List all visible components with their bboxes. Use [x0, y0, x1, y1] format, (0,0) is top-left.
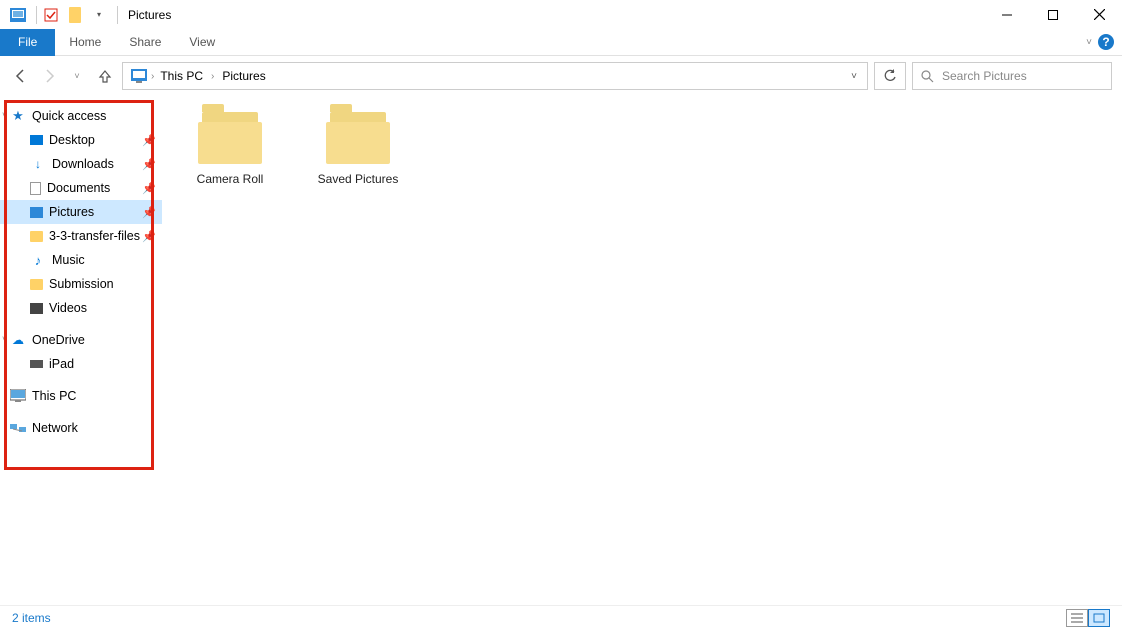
folder-icon	[326, 112, 390, 164]
chevron-down-icon[interactable]: ˅	[2, 334, 7, 344]
separator	[36, 6, 37, 24]
folder-icon	[30, 231, 43, 242]
sidebar-item-label: Documents	[47, 181, 110, 195]
minimize-button[interactable]	[984, 0, 1030, 29]
document-icon	[30, 182, 41, 195]
folder-icon	[198, 112, 262, 164]
download-icon: ↓	[30, 156, 46, 172]
sidebar-onedrive[interactable]: ˅ ☁ OneDrive	[0, 328, 162, 352]
sidebar-item-downloads[interactable]: ↓ Downloads 📌	[0, 152, 162, 176]
sidebar-item-documents[interactable]: Documents 📌	[0, 176, 162, 200]
address-dropdown[interactable]: ˅	[845, 71, 863, 82]
breadcrumb-root[interactable]: This PC	[156, 69, 207, 83]
tab-home[interactable]: Home	[55, 29, 115, 56]
chevron-right-icon[interactable]: ›	[151, 71, 154, 82]
sidebar-item-submission[interactable]: Submission	[0, 272, 162, 296]
sidebar-item-ipad[interactable]: iPad	[0, 352, 162, 376]
sidebar-network[interactable]: Network	[0, 416, 162, 440]
sidebar-item-videos[interactable]: Videos	[0, 296, 162, 320]
qat-dropdown-icon[interactable]: ▾	[89, 5, 109, 25]
sidebar-item-label: OneDrive	[32, 333, 85, 347]
device-icon	[30, 360, 43, 368]
chevron-down-icon[interactable]: ˅	[2, 110, 7, 120]
recent-dropdown[interactable]: ˅	[66, 65, 88, 87]
sidebar-item-label: This PC	[32, 389, 76, 403]
sidebar-item-pictures[interactable]: Pictures 📌	[0, 200, 162, 224]
refresh-button[interactable]	[874, 62, 906, 90]
up-button[interactable]	[94, 65, 116, 87]
content-area[interactable]: Camera Roll Saved Pictures	[162, 96, 1122, 605]
tab-file[interactable]: File	[0, 29, 55, 56]
forward-button[interactable]	[38, 65, 60, 87]
tab-view[interactable]: View	[175, 29, 229, 56]
pin-icon: 📌	[142, 230, 156, 243]
status-bar: 2 items	[0, 605, 1122, 629]
sidebar-item-label: Network	[32, 421, 78, 435]
desktop-icon	[30, 135, 43, 145]
window-title: Pictures	[128, 8, 171, 22]
window-controls	[984, 0, 1122, 29]
search-icon	[921, 70, 934, 83]
chevron-right-icon[interactable]: ›	[211, 71, 214, 82]
navigation-pane: ˅ ★ Quick access Desktop 📌 ↓ Downloads 📌…	[0, 96, 162, 605]
breadcrumb: This PC › Pictures	[156, 69, 845, 83]
app-icon	[8, 5, 28, 25]
ribbon-expand-icon[interactable]: ˅	[1086, 37, 1092, 48]
onedrive-icon: ☁	[10, 332, 26, 348]
pin-icon: 📌	[142, 206, 156, 219]
sidebar-item-label: Quick access	[32, 109, 106, 123]
sidebar-item-label: Submission	[49, 277, 114, 291]
sidebar-item-desktop[interactable]: Desktop 📌	[0, 128, 162, 152]
folder-saved-pictures[interactable]: Saved Pictures	[308, 112, 408, 589]
music-icon: ♪	[30, 252, 46, 268]
view-toggle	[1066, 609, 1110, 627]
sidebar-item-transfer-files[interactable]: 3-3-transfer-files 📌	[0, 224, 162, 248]
ribbon: File Home Share View ˅ ?	[0, 29, 1122, 56]
network-icon	[10, 420, 26, 436]
separator	[117, 6, 118, 24]
sidebar-item-label: 3-3-transfer-files	[49, 229, 140, 243]
main-area: ˅ ★ Quick access Desktop 📌 ↓ Downloads 📌…	[0, 96, 1122, 605]
sidebar-item-label: Pictures	[49, 205, 94, 219]
pin-icon: 📌	[142, 182, 156, 195]
qat-folder-icon[interactable]	[65, 5, 85, 25]
qat-properties-icon[interactable]	[41, 5, 61, 25]
tab-share[interactable]: Share	[115, 29, 175, 56]
sidebar-item-label: iPad	[49, 357, 74, 371]
sidebar-item-music[interactable]: ♪ Music	[0, 248, 162, 272]
view-details-button[interactable]	[1066, 609, 1088, 627]
navigation-row: ˅ › This PC › Pictures ˅ Search Pictures	[0, 56, 1122, 96]
quick-access-icon: ★	[10, 108, 26, 124]
pc-icon	[10, 388, 26, 404]
title-bar: ▾ Pictures	[0, 0, 1122, 29]
view-large-icons-button[interactable]	[1088, 609, 1110, 627]
sidebar-item-label: Music	[52, 253, 85, 267]
back-button[interactable]	[10, 65, 32, 87]
folder-camera-roll[interactable]: Camera Roll	[180, 112, 280, 589]
this-pc-icon	[131, 69, 147, 83]
folder-label: Camera Roll	[197, 172, 264, 186]
folder-label: Saved Pictures	[318, 172, 399, 186]
maximize-button[interactable]	[1030, 0, 1076, 29]
address-bar[interactable]: › This PC › Pictures ˅	[122, 62, 868, 90]
sidebar-quick-access[interactable]: ˅ ★ Quick access	[0, 104, 162, 128]
sidebar-item-label: Downloads	[52, 157, 114, 171]
help-icon[interactable]: ?	[1098, 34, 1114, 50]
folder-icon	[30, 279, 43, 290]
search-placeholder: Search Pictures	[942, 69, 1027, 83]
breadcrumb-current[interactable]: Pictures	[218, 69, 269, 83]
sidebar-item-label: Desktop	[49, 133, 95, 147]
close-button[interactable]	[1076, 0, 1122, 29]
pin-icon: 📌	[142, 158, 156, 171]
pictures-icon	[30, 207, 43, 218]
sidebar-this-pc[interactable]: This PC	[0, 384, 162, 408]
videos-icon	[30, 303, 43, 314]
status-text: 2 items	[12, 611, 51, 625]
sidebar-item-label: Videos	[49, 301, 87, 315]
search-input[interactable]: Search Pictures	[912, 62, 1112, 90]
pin-icon: 📌	[142, 134, 156, 147]
